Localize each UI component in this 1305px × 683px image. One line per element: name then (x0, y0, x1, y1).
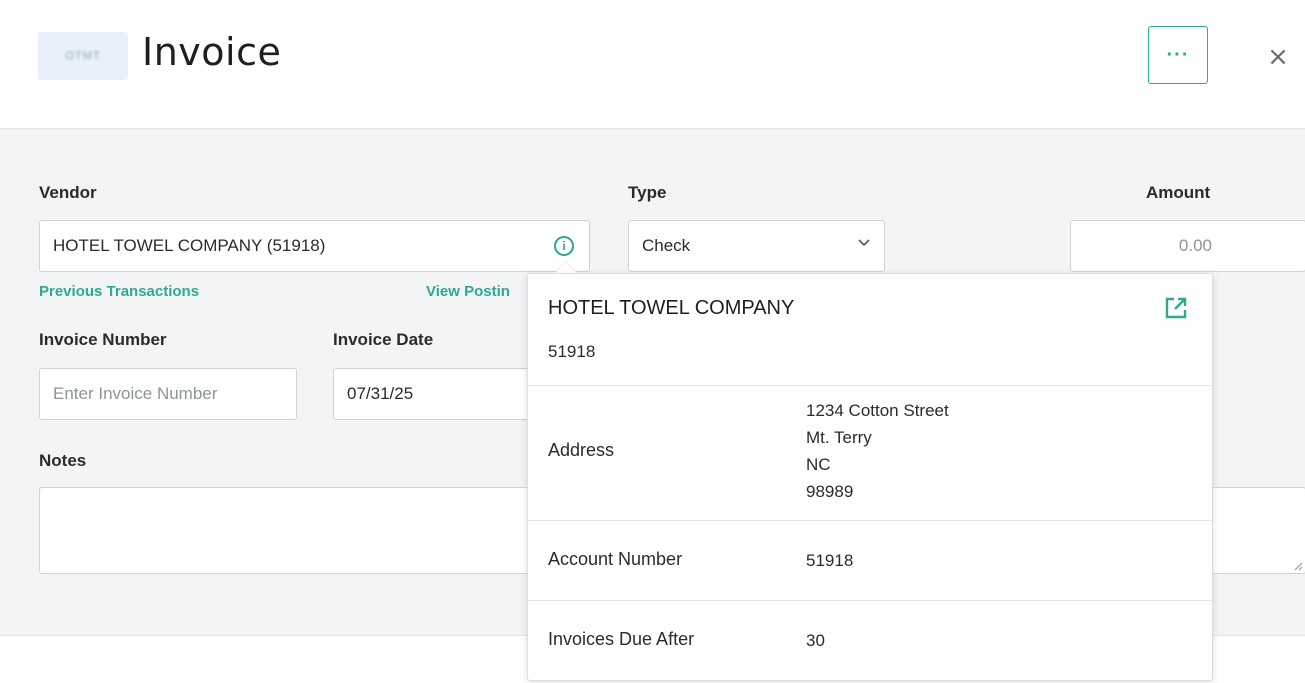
popover-caret (555, 262, 577, 273)
type-value: Check (642, 236, 691, 255)
account-number-label: Account Number (548, 549, 683, 569)
vendor-value: HOTEL TOWEL COMPANY (51918) (53, 236, 326, 255)
invoices-due-after-value: 30 (806, 631, 825, 650)
address-line-1: 1234 Cotton Street (806, 401, 949, 420)
invoice-date-label: Invoice Date (333, 330, 434, 349)
close-icon[interactable]: × (1266, 44, 1290, 70)
ellipsis-icon: ··· (1166, 43, 1190, 66)
view-postings-link[interactable]: View Postin (426, 283, 510, 300)
more-options-button[interactable]: ··· (1148, 26, 1208, 84)
company-logo-text: OTMT (65, 50, 101, 62)
amount-placeholder: 0.00 (1178, 236, 1212, 255)
account-number-value: 51918 (806, 551, 854, 570)
amount-label: Amount (1146, 183, 1211, 202)
vendor-field[interactable]: HOTEL TOWEL COMPANY (51918) (39, 220, 590, 272)
invoice-date-value: 07/31/25 (347, 384, 414, 403)
popover-divider (528, 600, 1212, 601)
external-link-icon[interactable] (1164, 296, 1188, 320)
invoice-date-input[interactable]: 07/31/25 (333, 368, 553, 420)
type-select[interactable]: Check (628, 220, 885, 272)
address-line-3: NC (806, 455, 831, 474)
address-line-4: 98989 (806, 482, 854, 501)
address-label: Address (548, 440, 615, 460)
amount-input[interactable]: 0.00 (1070, 220, 1305, 272)
address-value: 1234 Cotton Street Mt. Terry NC 98989 (806, 397, 949, 505)
previous-transactions-link[interactable]: Previous Transactions (39, 283, 199, 300)
invoice-number-input[interactable]: Enter Invoice Number (39, 368, 297, 420)
popover-divider (528, 520, 1212, 521)
invoices-due-after-label: Invoices Due After (548, 629, 695, 649)
modal-header: OTMT Invoice ··· × (0, 0, 1305, 129)
vendor-id: 51918 (548, 342, 596, 361)
vendor-label: Vendor (39, 183, 97, 202)
chevron-down-icon (858, 235, 870, 250)
company-logo: OTMT (38, 32, 128, 80)
page-title: Invoice (142, 30, 282, 74)
vendor-info-popover: HOTEL TOWEL COMPANY 51918 Address 1234 C… (527, 273, 1213, 681)
invoice-number-label: Invoice Number (39, 330, 167, 349)
vendor-name: HOTEL TOWEL COMPANY (548, 297, 795, 319)
resize-handle-icon[interactable] (1293, 561, 1303, 571)
address-line-2: Mt. Terry (806, 428, 872, 447)
popover-divider (528, 385, 1212, 386)
notes-label: Notes (39, 451, 87, 470)
vendor-info-icon[interactable]: i (554, 236, 574, 256)
type-label: Type (628, 183, 667, 202)
invoice-number-placeholder: Enter Invoice Number (53, 384, 218, 403)
